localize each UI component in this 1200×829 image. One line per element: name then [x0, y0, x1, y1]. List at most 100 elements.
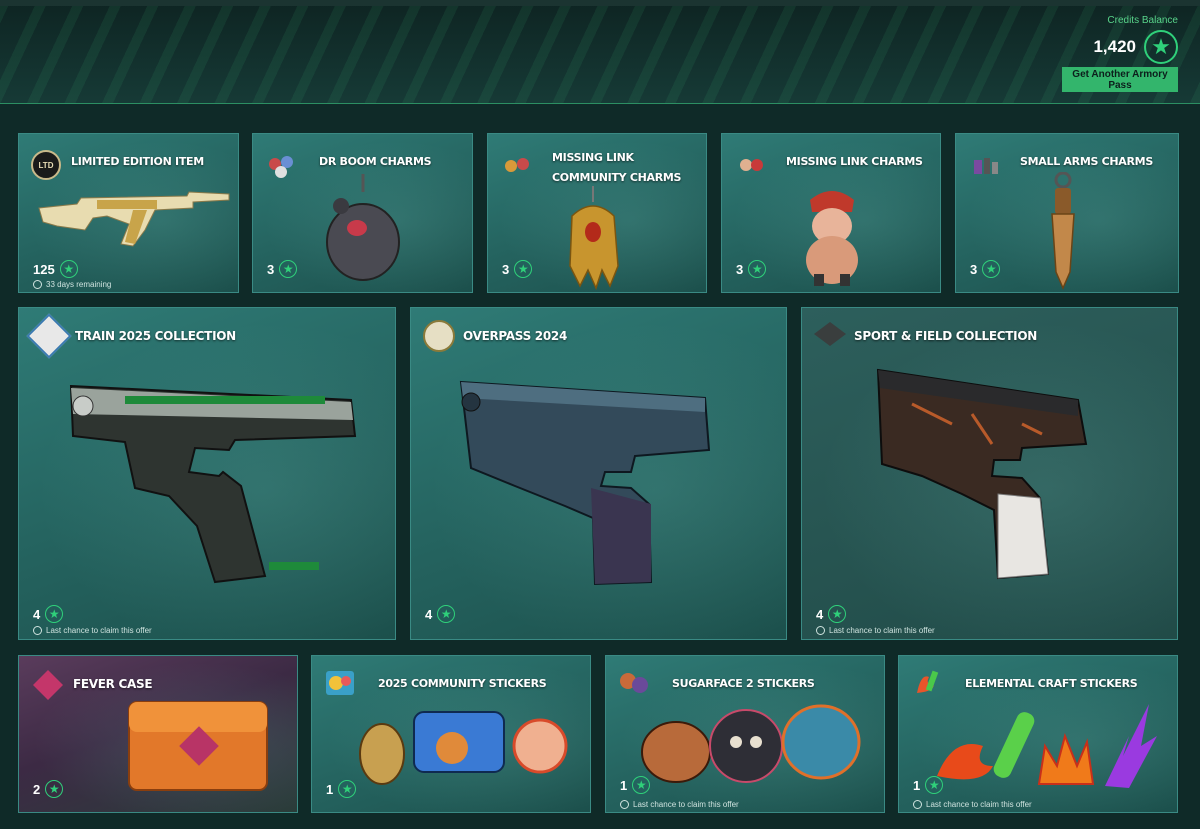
dr-boom-charm-art: [326, 174, 400, 281]
offer-card-overpass-2024[interactable]: OVERPASS 2024 4 ★: [410, 307, 787, 640]
star-coin-icon: ★: [925, 776, 944, 794]
star-glyph: ★: [48, 782, 60, 796]
price-row: 3 ★: [267, 260, 298, 278]
offer-card-train-2025-collection[interactable]: TRAIN 2025 COLLECTION 4 ★ Last chance to…: [18, 307, 396, 640]
price-value: 1: [913, 777, 921, 793]
star-glyph: ★: [63, 262, 75, 276]
clock-icon: [913, 800, 922, 809]
last-chance-text: Last chance to claim this offer: [633, 800, 739, 809]
offer-card-small-arms-charms[interactable]: SMALL ARMS CHARMS 3 ★: [955, 133, 1179, 293]
price-value: 4: [33, 606, 41, 622]
star-glyph: ★: [517, 262, 529, 276]
price-row: 1 ★: [326, 780, 357, 798]
star-glyph: ★: [985, 262, 997, 276]
card-title: MISSING LINK CHARMS: [786, 155, 923, 168]
p2000-pistol-art: [876, 368, 1088, 580]
star-glyph: ★: [282, 262, 294, 276]
price-row: 4 ★: [425, 605, 456, 623]
sticker-pack-icon: [324, 668, 354, 698]
offer-card-limited-edition[interactable]: LTD LIMITED EDITION ITEM 125 ★ 33 days r…: [18, 133, 239, 293]
star-glyph: ★: [831, 607, 843, 621]
train-collection-icon: [26, 313, 72, 359]
card-title: SMALL ARMS CHARMS: [1020, 155, 1153, 168]
price-value: 3: [502, 261, 510, 277]
card-title: DR BOOM CHARMS: [319, 155, 432, 168]
sticker-pack-icon: [911, 668, 941, 698]
price-row: 1 ★: [913, 776, 944, 794]
star-coin-icon: ★: [982, 260, 1001, 278]
last-chance-note: Last chance to claim this offer: [913, 800, 1032, 809]
price-value: 125: [33, 261, 55, 277]
star-coin-icon: ★: [828, 605, 847, 623]
ltd-badge-icon: LTD: [31, 150, 61, 180]
get-armory-pass-button[interactable]: Get Another Armory Pass: [1062, 67, 1178, 92]
sport-field-collection-icon: [814, 322, 846, 346]
price-value: 1: [326, 781, 334, 797]
card-title: SPORT & FIELD COLLECTION: [854, 329, 1037, 343]
glock-pistol-art: [69, 384, 357, 584]
wooden-knife-charm-art: [1051, 172, 1075, 290]
star-glyph: ★: [48, 607, 60, 621]
offer-card-elemental-craft-stickers[interactable]: ELEMENTAL CRAFT STICKERS 1 ★ Last chance…: [898, 655, 1178, 813]
card-title: FEVER CASE: [73, 677, 153, 691]
star-coin-icon: ★: [338, 780, 357, 798]
sticker-collage-icon: [326, 671, 354, 695]
charm-figures-icon: [269, 156, 293, 178]
star-glyph: ★: [341, 782, 353, 796]
offer-card-sugarface-2-stickers[interactable]: SUGARFACE 2 STICKERS 1 ★ Last chance to …: [605, 655, 885, 813]
sticker-collage-icon: [917, 670, 939, 693]
clock-icon: [33, 280, 42, 289]
charm-figures-icon: [740, 159, 763, 171]
star-coin-icon: ★: [632, 776, 651, 794]
last-chance-text: Last chance to claim this offer: [46, 626, 152, 635]
sticker-collage-icon: [620, 673, 648, 693]
store-header: Credits Balance 1,420 ★ Get Another Armo…: [0, 0, 1200, 104]
card-title: 2025 COMMUNITY STICKERS: [378, 677, 547, 690]
star-coin-icon: ★: [514, 260, 533, 278]
offer-card-fever-case[interactable]: FEVER CASE 2 ★: [18, 655, 298, 813]
charms-pack-icon: [502, 150, 532, 180]
card-title: ELEMENTAL CRAFT STICKERS: [965, 677, 1138, 690]
time-remaining: 33 days remaining: [33, 280, 111, 289]
card-title: OVERPASS 2024: [463, 329, 568, 343]
price-row: 3 ★: [736, 260, 767, 278]
price-value: 3: [736, 261, 744, 277]
star-coin-icon: ★: [748, 260, 767, 278]
price-row: 3 ★: [970, 260, 1001, 278]
offer-card-sport-field-collection[interactable]: SPORT & FIELD COLLECTION 4 ★ Last chance…: [801, 307, 1178, 640]
last-chance-note: Last chance to claim this offer: [620, 800, 739, 809]
golden-hand-charm-art: [569, 186, 619, 291]
offer-card-missing-link-charms[interactable]: MISSING LINK CHARMS 3 ★: [721, 133, 941, 293]
five-seven-pistol-art: [459, 380, 711, 586]
offer-card-2025-community-stickers[interactable]: 2025 COMMUNITY STICKERS 1 ★: [311, 655, 591, 813]
time-remaining-text: 33 days remaining: [46, 280, 112, 289]
fever-case-box-art: [128, 701, 268, 791]
last-chance-note: Last chance to claim this offer: [33, 626, 152, 635]
last-chance-note: Last chance to claim this offer: [816, 626, 935, 635]
price-value: 4: [816, 606, 824, 622]
price-row: 2 ★: [33, 780, 64, 798]
price-value: 3: [267, 261, 275, 277]
star-glyph: ★: [1151, 34, 1171, 59]
price-value: 4: [425, 606, 433, 622]
offer-card-missing-link-community-charms[interactable]: MISSING LINK COMMUNITY CHARMS 3 ★: [487, 133, 707, 293]
community-stickers-art: [359, 711, 568, 785]
charms-pack-icon: [970, 150, 1000, 180]
star-glyph: ★: [635, 778, 647, 792]
fever-case-icon: [33, 670, 63, 700]
ak47-gold-rifle-art: [38, 191, 230, 247]
price-value: 3: [970, 261, 978, 277]
card-title: TRAIN 2025 COLLECTION: [75, 329, 236, 343]
star-coin-icon: ★: [1144, 30, 1178, 64]
offer-card-dr-boom-charms[interactable]: DR BOOM CHARMS 3 ★: [252, 133, 473, 293]
star-coin-icon: ★: [279, 260, 298, 278]
price-row: 3 ★: [502, 260, 533, 278]
price-row: 125 ★: [33, 260, 78, 278]
charm-figures-icon: [505, 158, 529, 172]
credits-balance: 1,420 ★: [1093, 30, 1178, 64]
sticker-pack-icon: [618, 668, 648, 698]
pirate-charm-art: [806, 191, 858, 286]
credits-balance-value: 1,420: [1093, 37, 1136, 56]
star-glyph: ★: [751, 262, 763, 276]
charm-figures-icon: [974, 158, 998, 174]
